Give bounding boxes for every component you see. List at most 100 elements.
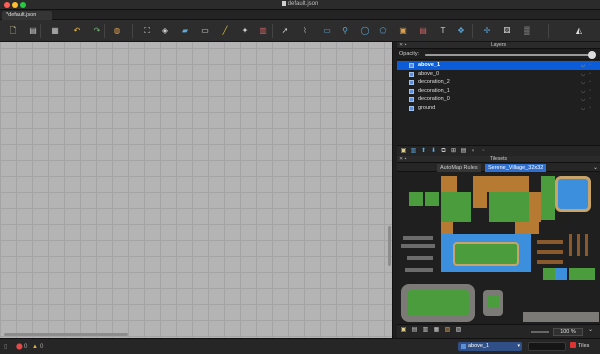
dirt-tile[interactable] xyxy=(515,222,539,234)
insert-rectangle-icon[interactable]: ▭ xyxy=(322,26,332,36)
grass-tile[interactable] xyxy=(441,192,471,222)
grass-tile[interactable] xyxy=(409,192,423,206)
misc-tile[interactable] xyxy=(407,256,433,260)
grass-tile[interactable] xyxy=(489,192,529,222)
eye-icon[interactable]: ◡ xyxy=(581,70,585,79)
terrain-brush-icon[interactable]: ⛶ xyxy=(142,26,152,36)
remove-tileset-icon[interactable]: ▨ xyxy=(455,327,462,334)
redo-icon[interactable]: ↷ xyxy=(92,26,102,36)
grass-tile[interactable] xyxy=(487,296,499,308)
rect-select-icon[interactable]: ╱ xyxy=(220,26,230,36)
dirt-tile[interactable] xyxy=(473,192,487,208)
vertical-scrollbar[interactable] xyxy=(388,226,391,266)
layer-row[interactable]: decoration_1 ◡ ▫ xyxy=(397,87,600,96)
dirt-tile[interactable] xyxy=(473,176,529,192)
tileset-view[interactable] xyxy=(397,172,600,324)
fence-tile[interactable] xyxy=(537,250,563,254)
lock-layer-icon[interactable]: ▫ xyxy=(480,148,487,155)
tab-serene-village[interactable]: Serene_Village_32x32 xyxy=(485,164,547,172)
layer-visibility-icon[interactable]: ◐ xyxy=(470,148,477,155)
new-map-icon[interactable]: 🗋 xyxy=(8,26,18,36)
fence-post-tile[interactable] xyxy=(569,234,572,256)
lock-icon[interactable]: ▫ xyxy=(589,70,591,79)
stone-tile[interactable] xyxy=(523,312,599,322)
layer-group-icon[interactable]: ▥ xyxy=(410,148,417,155)
lock-icon[interactable]: ▫ xyxy=(589,61,591,70)
lock-icon[interactable]: ▫ xyxy=(589,95,591,104)
edit-polygons-icon[interactable]: ⌇ xyxy=(300,26,310,36)
layer-row[interactable]: decoration_2 ◡ ▫ xyxy=(397,78,600,87)
flip-icon[interactable]: ◭ xyxy=(574,26,584,36)
new-layer-icon[interactable]: ▣ xyxy=(400,148,407,155)
new-tileset-icon[interactable]: ▣ xyxy=(400,327,407,334)
tile-properties-icon[interactable]: ▧ xyxy=(444,327,451,334)
raise-layer-icon[interactable]: ⬆ xyxy=(420,148,427,155)
horizontal-scrollbar[interactable] xyxy=(4,333,128,336)
layer-row[interactable]: above_1 ◡ ▫ xyxy=(397,61,600,70)
tab-automap-rules[interactable]: AutoMap Rules xyxy=(437,164,481,172)
grass-tile[interactable] xyxy=(425,192,439,206)
layer-row[interactable]: decoration_0 ◡ ▫ xyxy=(397,95,600,104)
embed-tileset-icon[interactable]: ▤ xyxy=(411,327,418,334)
grass-tile[interactable] xyxy=(569,268,595,280)
panel-close-icon[interactable]: ✕ ▪ xyxy=(399,42,406,49)
move-icon[interactable]: ✢ xyxy=(482,26,492,36)
export-tileset-icon[interactable]: ▥ xyxy=(422,327,429,334)
error-icon[interactable]: ⬤ xyxy=(16,343,23,351)
eye-icon[interactable]: ◡ xyxy=(581,95,585,104)
grass-island-tile[interactable] xyxy=(453,242,519,266)
magic-wand-icon[interactable]: ✦ xyxy=(240,26,250,36)
dirt-tile[interactable] xyxy=(529,192,541,222)
grass-tile[interactable] xyxy=(541,176,555,220)
object-select-icon[interactable]: ➚ xyxy=(280,26,290,36)
lock-icon[interactable]: ▫ xyxy=(589,87,591,96)
tileset-zoom-select[interactable]: 100 % xyxy=(553,328,583,336)
select-same-tile-icon[interactable]: ▥ xyxy=(258,26,268,36)
opacity-slider-handle[interactable] xyxy=(588,51,596,59)
insert-tile-icon[interactable]: ▣ xyxy=(398,26,408,36)
warning-icon[interactable]: ▲ xyxy=(32,343,38,351)
misc-tile[interactable] xyxy=(405,268,433,272)
save-icon[interactable]: ▤ xyxy=(28,26,38,36)
insert-template-icon[interactable]: ▤ xyxy=(418,26,428,36)
map-canvas[interactable] xyxy=(0,42,393,338)
pond-tile[interactable] xyxy=(555,176,591,212)
dirt-tile[interactable] xyxy=(441,176,457,192)
fence-tile[interactable] xyxy=(537,260,563,264)
eye-icon[interactable]: ◡ xyxy=(581,78,585,87)
map-zoom-select[interactable] xyxy=(528,342,566,351)
panel-close-icon[interactable]: ✕ ▪ xyxy=(399,156,406,163)
wang-fill-icon[interactable]: ▒ xyxy=(522,26,532,36)
world-tool-icon[interactable]: ✥ xyxy=(456,26,466,36)
eye-icon[interactable]: ◡ xyxy=(581,104,585,113)
fence-tile[interactable] xyxy=(537,240,563,244)
insert-polygon-icon[interactable]: ⬠ xyxy=(378,26,388,36)
grass-tile[interactable] xyxy=(543,268,555,280)
insert-text-icon[interactable]: T xyxy=(438,26,448,36)
layer-row[interactable]: above_0 ◡ ▫ xyxy=(397,70,600,79)
merge-layer-icon[interactable]: ⊞ xyxy=(450,148,457,155)
export-icon[interactable]: ▦ xyxy=(50,26,60,36)
lower-layer-icon[interactable]: ⬇ xyxy=(430,148,437,155)
bucket-fill-icon[interactable]: ◈ xyxy=(160,26,170,36)
misc-tile[interactable] xyxy=(403,236,433,240)
edit-tileset-icon[interactable]: ▦ xyxy=(433,327,440,334)
shape-fill-icon[interactable]: ▰ xyxy=(180,26,190,36)
layer-row[interactable]: ground ◡ ▫ xyxy=(397,104,600,113)
insert-point-icon[interactable]: ⚲ xyxy=(340,26,350,36)
current-layer-select[interactable]: above_1 ▾ xyxy=(458,342,522,351)
stamp-brush-icon[interactable]: ◍ xyxy=(112,26,122,36)
tab-default-json[interactable]: *default.json xyxy=(2,11,52,20)
random-mode-icon[interactable]: ⚄ xyxy=(502,26,512,36)
eraser-icon[interactable]: ▭ xyxy=(200,26,210,36)
delete-layer-icon[interactable]: ▤ xyxy=(460,148,467,155)
zoom-slider[interactable] xyxy=(531,331,549,333)
eye-icon[interactable]: ◡ xyxy=(581,61,585,70)
misc-tile[interactable] xyxy=(401,244,435,248)
duplicate-layer-icon[interactable]: ⧉ xyxy=(440,148,447,155)
fence-post-tile[interactable] xyxy=(585,234,588,256)
tiles-button[interactable]: Tiles xyxy=(570,342,589,351)
chevron-down-icon[interactable]: ⌄ xyxy=(587,327,594,334)
water-tile[interactable] xyxy=(555,268,567,280)
lock-icon[interactable]: ▫ xyxy=(589,104,591,113)
